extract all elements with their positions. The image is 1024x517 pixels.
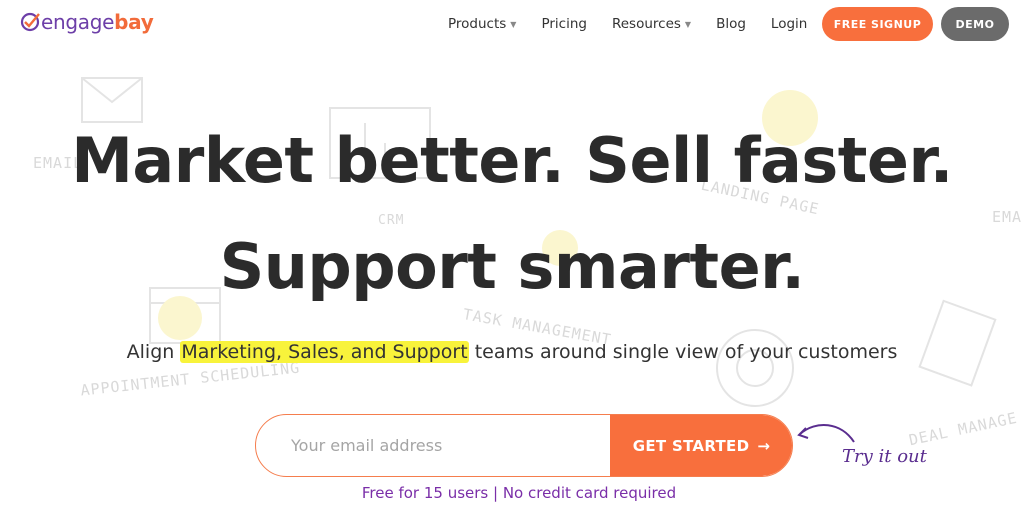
- nav-login-label: Login: [770, 16, 808, 32]
- signup-form: GET STARTED →: [255, 414, 793, 477]
- get-started-button[interactable]: GET STARTED →: [610, 415, 792, 476]
- chevron-down-icon: ▼: [510, 19, 517, 29]
- bg-label-crm: CRM: [378, 213, 405, 228]
- get-started-label: GET STARTED: [632, 436, 750, 455]
- site-header: engage bay Products ▼ Pricing Resources ▼…: [0, 0, 1024, 48]
- nav-pricing-label: Pricing: [541, 16, 587, 32]
- nav-resources[interactable]: Resources ▼: [612, 16, 691, 32]
- hero-subheadline: Align Marketing, Sales, and Support team…: [0, 341, 1024, 363]
- hero-headline-line2: Support smarter.: [219, 230, 805, 303]
- email-input[interactable]: [256, 415, 610, 476]
- nav-blog-label: Blog: [716, 16, 746, 32]
- nav-login[interactable]: Login: [771, 16, 807, 32]
- hero-headline-line1: Market better. Sell faster.: [71, 124, 953, 197]
- try-it-out-label: Try it out: [842, 446, 927, 467]
- nav-pricing[interactable]: Pricing: [541, 16, 587, 32]
- demo-button[interactable]: DEMO: [941, 7, 1009, 41]
- engagebay-logo[interactable]: engage bay: [20, 10, 154, 34]
- free-users-note: Free for 15 users | No credit card requi…: [361, 484, 677, 502]
- chevron-down-icon: ▼: [684, 19, 692, 29]
- logo-text-engage: engage: [41, 10, 115, 34]
- free-signup-button[interactable]: FREE SIGNUP: [822, 7, 933, 41]
- subheadline-suffix: teams around single view of your custome…: [468, 341, 898, 363]
- main-nav: Products ▼ Pricing Resources ▼ Blog Logi…: [448, 7, 832, 41]
- nav-products[interactable]: Products ▼: [448, 16, 516, 32]
- arrow-right-icon: →: [757, 436, 771, 455]
- logo-text-bay: bay: [114, 10, 154, 34]
- logo-check-icon: [20, 12, 40, 32]
- subheadline-prefix: Align: [126, 341, 181, 363]
- nav-blog[interactable]: Blog: [716, 16, 746, 32]
- bg-label-ema: EMA: [992, 208, 1023, 226]
- nav-resources-label: Resources: [611, 16, 681, 32]
- nav-products-label: Products: [448, 16, 507, 32]
- subheadline-highlight: Marketing, Sales, and Support: [180, 341, 469, 363]
